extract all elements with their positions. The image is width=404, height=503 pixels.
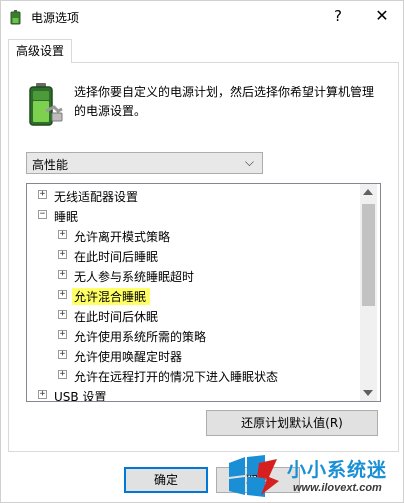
tree-item-sleep[interactable]: − 睡眠 [27, 206, 361, 226]
collapse-icon[interactable]: − [38, 210, 47, 219]
close-button[interactable]: ✕ [369, 5, 395, 27]
tree-item-label: USB 设置 [54, 390, 107, 402]
expand-icon[interactable]: + [38, 390, 47, 399]
tree-item-hybrid-sleep[interactable]: + 允许混合睡眠 [27, 286, 361, 306]
scroll-thumb[interactable] [362, 204, 375, 306]
power-plan-dropdown[interactable]: 高性能 ⌵ [26, 152, 263, 174]
tree-item-system-required[interactable]: + 允许使用系统所需的策略 [27, 326, 361, 346]
battery-power-icon [29, 83, 63, 126]
tree-item-label: 允许离开模式策略 [74, 230, 171, 244]
watermark: 小小系统迷 www.ilovext.com [219, 453, 401, 501]
window-title: 电源选项 [31, 11, 80, 25]
power-options-icon [10, 10, 21, 25]
tree-item-label: 在此时间后睡眠 [74, 250, 159, 264]
restore-defaults-button[interactable]: 还原计划默认值(R) [206, 410, 378, 436]
expand-icon[interactable]: + [58, 230, 67, 239]
watermark-url: www.ilovext.com [293, 482, 382, 494]
watermark-name: 小小系统迷 [287, 459, 388, 481]
expand-icon[interactable]: + [58, 310, 67, 319]
power-plan-value: 高性能 [32, 158, 69, 172]
settings-tree[interactable]: + 无线适配器设置 − 睡眠 + 允许离开模式策略 + 在此时间后睡眠 + 无人… [26, 183, 381, 402]
tree-item-unattended-timeout[interactable]: + 无人参与系统睡眠超时 [27, 266, 361, 286]
tree-item-label: 允许使用唤醒定时器 [74, 350, 183, 364]
scroll-up-icon[interactable] [363, 189, 373, 195]
expand-icon[interactable]: + [58, 290, 67, 299]
expand-icon[interactable]: + [58, 370, 67, 379]
expand-icon[interactable]: + [58, 330, 67, 339]
tree-item-label: 允许使用系统所需的策略 [74, 330, 207, 344]
tree-item-label: 无人参与系统睡眠超时 [74, 270, 195, 284]
tree-item-label: 在此时间后休眠 [74, 310, 159, 324]
tree-item-label: 睡眠 [54, 210, 79, 224]
tree-item-label-highlighted: 允许混合睡眠 [72, 288, 151, 305]
chevron-down-icon: ⌵ [244, 155, 254, 169]
tree-item-wireless-adapter[interactable]: + 无线适配器设置 [27, 186, 361, 206]
help-button[interactable]: ? [326, 5, 350, 27]
description-text: 选择你要自定义的电源计划，然后选择你希望计算机管理的电源设置。 [74, 85, 375, 118]
tab-advanced-settings[interactable]: 高级设置 [8, 39, 72, 63]
title-bar: 电源选项 ? ✕ [1, 1, 403, 31]
tree-item-hibernate-after[interactable]: + 在此时间后休眠 [27, 306, 361, 326]
ok-button[interactable]: 确定 [124, 467, 208, 493]
tree-item-remote-sleep[interactable]: + 允许在远程打开的情况下进入睡眠状态 [27, 366, 361, 386]
expand-icon[interactable]: + [58, 350, 67, 359]
watermark-logo-icon [229, 455, 279, 497]
tree-scrollbar[interactable] [360, 184, 377, 401]
scroll-down-icon[interactable] [363, 390, 373, 396]
expand-icon[interactable]: + [38, 190, 47, 199]
expand-icon[interactable]: + [58, 250, 67, 259]
expand-icon[interactable]: + [58, 270, 67, 279]
power-options-dialog: 电源选项 ? ✕ 高级设置 选择你要自定义的电源计划，然后选择你希望计算机管理的… [0, 0, 404, 503]
tree-item-away-mode[interactable]: + 允许离开模式策略 [27, 226, 361, 246]
tree-item-usb[interactable]: + USB 设置 [27, 386, 361, 402]
tree-item-label: 允许在远程打开的情况下进入睡眠状态 [74, 370, 279, 384]
tree-item-sleep-after[interactable]: + 在此时间后睡眠 [27, 246, 361, 266]
tree-item-label: 无线适配器设置 [54, 190, 139, 204]
tree-item-wake-timers[interactable]: + 允许使用唤醒定时器 [27, 346, 361, 366]
